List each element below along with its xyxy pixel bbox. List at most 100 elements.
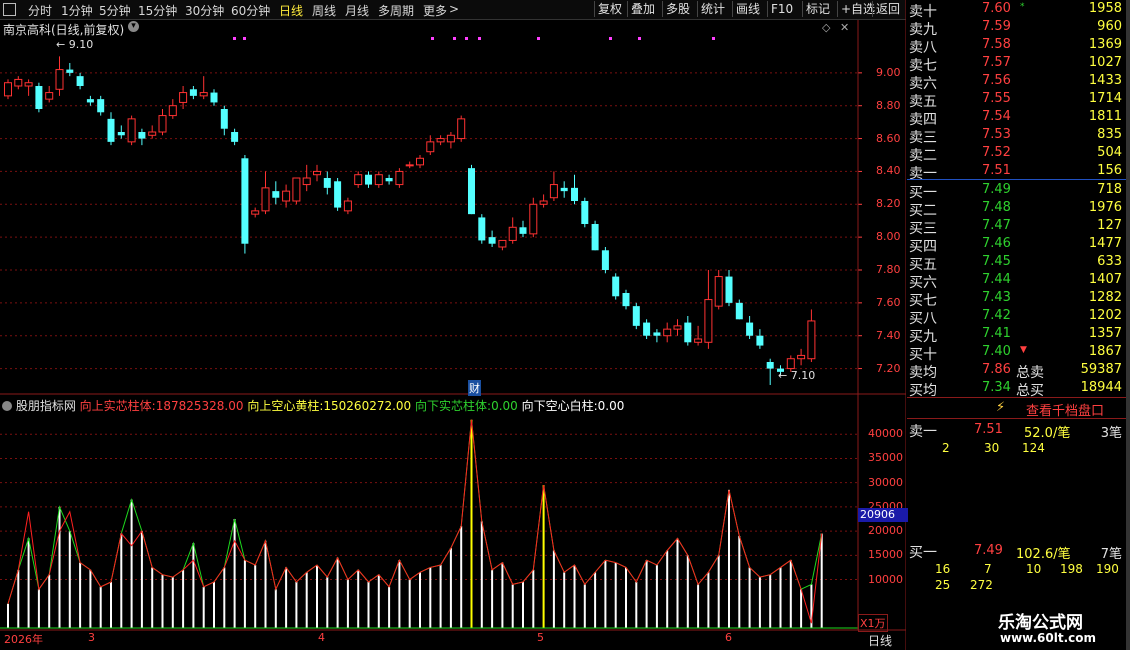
ask-row[interactable]: 卖二 7.52 504 (908, 144, 1122, 164)
bid-row[interactable]: 买九 7.41 1357 (908, 325, 1122, 345)
price-axis-tick: 8.40 (876, 164, 901, 178)
view-thousand-level-button[interactable]: 查看千档盘口 (1026, 400, 1104, 419)
ask-volume: 1811 (1088, 109, 1122, 124)
period-label: 日线 (868, 634, 893, 648)
candle-body-down (35, 86, 43, 109)
candle-body-up (807, 320, 816, 360)
indicator-down-hollow-label: 向下空心白柱: (521, 399, 598, 413)
candle-body-down (612, 276, 620, 297)
right-scrollbar[interactable] (1126, 0, 1130, 650)
candle-body-up (714, 276, 723, 307)
ask-row[interactable]: 卖一 7.51 156 (908, 162, 1122, 182)
indicator-header: 股朋指标网 向上实芯柱体:187825328.00 向上空心黄柱:1502602… (2, 397, 624, 414)
sell1-detail-price: 7.51 (974, 422, 1003, 437)
bid-volume: 1282 (1088, 290, 1122, 305)
candle-body-up (168, 105, 177, 117)
bid-row[interactable]: 买五 7.45 633 (908, 253, 1122, 273)
sell1-order: 124 (1022, 441, 1045, 455)
bid-row[interactable]: 买六 7.44 1407 (908, 271, 1122, 291)
candle-body-down (632, 306, 640, 326)
candle-body-up (663, 328, 672, 337)
indicator-down-solid-label: 向下实芯柱体: (415, 399, 492, 413)
bid-row[interactable]: 买十 7.40 ▼ 1867 (908, 343, 1122, 363)
candle-body-up (199, 92, 208, 97)
candle-body-up (4, 82, 12, 97)
ask-volume: 1433 (1088, 73, 1122, 88)
bid-price: 7.42 (982, 308, 1011, 323)
ask-row[interactable]: 卖七 7.57 1027 (908, 54, 1122, 74)
candle-body-down (365, 174, 372, 185)
ask-volume: 1958 (1088, 1, 1122, 16)
bid-price: 7.47 (982, 218, 1011, 233)
ask-row[interactable]: 卖四 7.54 1811 (908, 108, 1122, 128)
event-marker-dot (453, 37, 456, 40)
ask-row[interactable]: 卖八 7.58 1369 (908, 36, 1122, 56)
bid-volume: 127 (1097, 218, 1122, 233)
candle-body-up (354, 174, 363, 186)
chart-canvas[interactable] (0, 0, 906, 650)
candle-body-down (272, 191, 280, 198)
candle-body-down (735, 302, 743, 320)
indicator-menu-icon[interactable] (2, 401, 12, 411)
down-arrow-icon: ▼ (1020, 345, 1027, 355)
indicator-up-solid-label: 向上实芯柱体: (79, 399, 156, 413)
candle-body-down (746, 322, 754, 336)
bid-row[interactable]: 买一 7.49 718 (908, 181, 1122, 201)
bid-row[interactable]: 买四 7.46 1477 (908, 235, 1122, 255)
candle-body-down (189, 89, 197, 96)
candle-body-down (653, 332, 661, 336)
candle-body-down (756, 335, 764, 346)
ask-price: 7.58 (982, 37, 1011, 52)
ask-row[interactable]: 卖五 7.55 1714 (908, 90, 1122, 110)
bid-price: 7.45 (982, 254, 1011, 269)
candle-body-up (251, 210, 260, 215)
ask-row[interactable]: 卖十 7.60 * 1958 (908, 0, 1122, 20)
buy1-order: 16 (935, 562, 951, 576)
total-sell-label: 总卖 (1016, 365, 1044, 381)
price-axis-tick: 7.60 (876, 295, 901, 309)
bid-volume: 1477 (1088, 236, 1122, 251)
bid-row[interactable]: 买八 7.42 1202 (908, 307, 1122, 327)
buy1-detail-label: 买一 (909, 545, 937, 561)
candle-body-down (725, 276, 733, 303)
ask-row[interactable]: 卖三 7.53 835 (908, 126, 1122, 146)
event-marker-dot (431, 37, 434, 40)
indicator-name[interactable]: 股朋指标网 (16, 399, 76, 413)
bid-price: 7.49 (982, 182, 1011, 197)
candle-body-down (478, 217, 486, 241)
ask-row[interactable]: 卖六 7.56 1433 (908, 72, 1122, 92)
candle-body-up (436, 138, 445, 143)
bid-volume: 1407 (1088, 272, 1122, 287)
date-label-jun: 6 (725, 631, 732, 644)
candle-body-up (148, 131, 157, 136)
bid-row[interactable]: 买七 7.43 1282 (908, 289, 1122, 309)
bid-row[interactable]: 买二 7.48 1976 (908, 199, 1122, 219)
ask-bid-divider (907, 179, 1129, 180)
candle-body-up (673, 325, 682, 330)
candle-body-down (468, 168, 475, 215)
candle-body-down (643, 322, 651, 336)
event-marker-dot (609, 37, 612, 40)
candle-body-up (405, 164, 414, 167)
candle-body-down (334, 181, 342, 208)
total-sell-value: 59387 (1080, 362, 1122, 377)
ask-label: 卖一 (909, 166, 937, 182)
ask-row[interactable]: 卖九 7.59 960 (908, 18, 1122, 38)
low-price-marker: ← 7.10 (778, 369, 816, 382)
bid-volume: 718 (1097, 182, 1122, 197)
volume-axis-tick: 35000 (868, 451, 903, 465)
event-marker-dot (478, 37, 481, 40)
bid-row[interactable]: 买三 7.47 127 (908, 217, 1122, 237)
date-label-may: 5 (537, 631, 544, 644)
candle-body-up (704, 299, 713, 343)
finance-marker[interactable]: 财 (468, 380, 481, 396)
sell1-order: 30 (984, 441, 1000, 455)
candle-body-down (581, 201, 589, 224)
sell1-detail-label: 卖一 (909, 424, 937, 440)
date-label-year: 2026年 (4, 633, 43, 646)
bid-price: 7.40 (982, 344, 1011, 359)
price-axis-tick: 7.40 (876, 328, 901, 342)
event-marker-dot (638, 37, 641, 40)
candle-body-up (55, 69, 64, 90)
volume-red-line (7, 419, 823, 624)
